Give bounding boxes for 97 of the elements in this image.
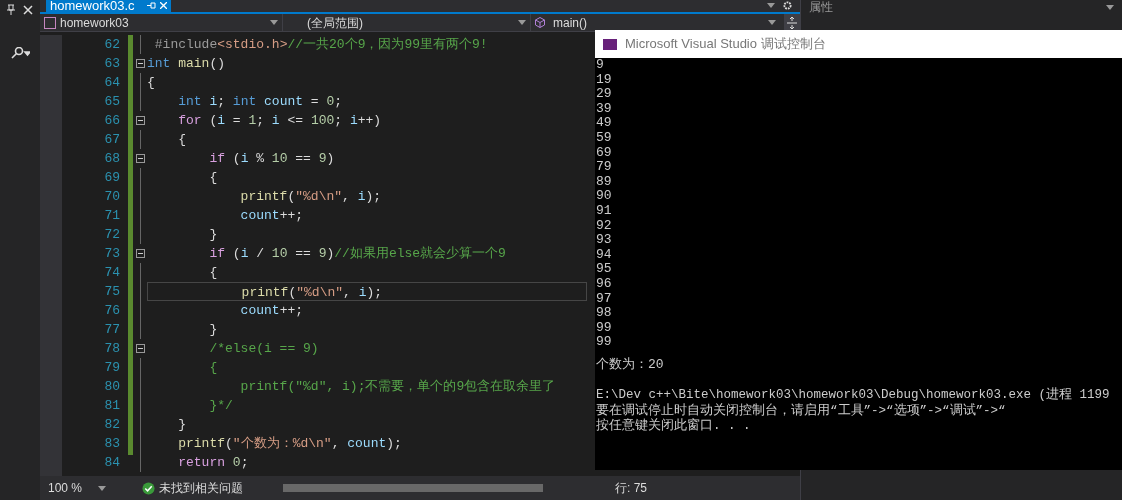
code-line: if (i / 10 == 9)//如果用else就会少算一个9: [208, 245, 507, 263]
line-number: 84: [104, 454, 120, 472]
code-line: /*else(i == 9): [208, 340, 320, 358]
console-output-line: 99: [596, 335, 613, 350]
line-number: 80: [104, 378, 120, 396]
cube-icon: [535, 17, 545, 28]
code-line: count++;: [239, 302, 305, 320]
code-line: printf("%d\n", i);: [239, 188, 383, 206]
line-number: 66: [104, 112, 120, 130]
collapse-icon[interactable]: [135, 59, 145, 68]
console-output-line: 93: [596, 233, 613, 248]
code-line: count++;: [239, 207, 305, 225]
line-number: 75: [104, 283, 120, 301]
line-number: 69: [104, 169, 120, 187]
gear-icon[interactable]: [783, 1, 792, 10]
caret-icon: [270, 20, 278, 25]
console-message: E:\Dev c++\Bite\homework03\homework03\Debug\homework03.exe (进程 1199: [596, 388, 1111, 403]
collapse-icon[interactable]: [135, 344, 145, 353]
collapse-icon[interactable]: [135, 249, 145, 258]
horizontal-scrollbar[interactable]: [283, 484, 543, 492]
caret-icon: [98, 485, 107, 491]
code-line: printf("个数为：%d\n", count);: [177, 435, 403, 453]
code-line: {: [177, 131, 187, 149]
line-number: 81: [104, 397, 120, 415]
code-line: }: [177, 416, 187, 434]
console-output-line: 91: [596, 203, 613, 219]
console-summary: 个数为：20: [596, 357, 665, 373]
console-output-line: 79: [596, 160, 613, 175]
line-number: 77: [104, 321, 120, 339]
scope-dropdown[interactable]: (全局范围): [283, 13, 531, 32]
line-number: 64: [104, 74, 120, 92]
line-number: 82: [104, 416, 120, 434]
console-output-line: 19: [596, 72, 613, 88]
console-output-line: 96: [596, 276, 613, 292]
search-icon[interactable]: [10, 47, 30, 59]
caret-icon: [767, 3, 775, 8]
console-message: 要在调试停止时自动关闭控制台，请启用“工具”->“选项”->“调试”->“: [596, 403, 1007, 418]
line-number: 71: [104, 207, 120, 225]
code-line: }: [208, 226, 219, 244]
console-output-line: 49: [596, 116, 613, 131]
project-icon: [44, 16, 56, 29]
close-icon[interactable]: [23, 4, 33, 15]
caret-icon: [768, 20, 776, 25]
line-number: 83: [104, 435, 120, 453]
pin-icon[interactable]: [7, 4, 15, 15]
line-number: 73: [104, 245, 120, 263]
console-output-line: 29: [596, 87, 613, 102]
code-line: int i; int count = 0;: [177, 93, 344, 111]
line-number: 70: [104, 188, 120, 206]
code-line: {: [208, 169, 219, 187]
code-line: return 0;: [177, 454, 250, 472]
check-icon: [142, 481, 155, 495]
line-number: 72: [104, 226, 120, 244]
line-number: 62: [104, 36, 120, 54]
line-number: 78: [104, 340, 120, 358]
code-line: {: [147, 74, 156, 92]
code-line: {: [208, 264, 219, 282]
console-output-line: 97: [596, 291, 613, 307]
console-output-line: 90: [596, 189, 613, 204]
member-dropdown[interactable]: main(): [531, 13, 784, 32]
console-output-line: 92: [596, 218, 613, 234]
code-line: if (i % 10 == 9): [208, 150, 336, 168]
panel-title: 属性: [809, 1, 833, 13]
line-number: 65: [104, 93, 120, 111]
code-line: #include<stdio.h>//一共20个9，因为99里有两个9!: [153, 36, 489, 54]
console-app-icon: [603, 38, 617, 50]
console-output-line: 98: [596, 306, 613, 321]
issues-status[interactable]: 未找到相关问题: [159, 479, 243, 497]
console-output-line: 69: [596, 145, 613, 161]
console-title: Microsoft Visual Studio 调试控制台: [625, 35, 826, 54]
console-message: 按任意键关闭此窗口. . .: [596, 419, 752, 435]
caret-icon: [518, 20, 526, 25]
line-number: 74: [104, 264, 120, 282]
code-line: }: [208, 321, 219, 339]
code-line: printf("%d", i);不需要，单个的9包含在取余里了: [239, 378, 557, 396]
line-position: 行: 75: [615, 480, 647, 497]
collapse-icon[interactable]: [135, 116, 145, 125]
code-line: }*/: [208, 397, 234, 415]
line-number: 68: [104, 150, 120, 168]
line-number: 67: [104, 131, 120, 149]
caret-icon: [1106, 4, 1114, 10]
line-number: 79: [104, 359, 120, 377]
line-number: 76: [104, 302, 120, 320]
console-output-line: 95: [596, 262, 613, 277]
collapse-icon[interactable]: [135, 154, 145, 163]
project-dropdown[interactable]: homework03: [40, 13, 283, 32]
console-output-line: 99: [596, 320, 613, 336]
console-output-line: 9: [596, 58, 605, 73]
code-line: for (i = 1; i <= 100; i++): [177, 112, 383, 130]
console-output-line: 89: [596, 174, 613, 190]
zoom-dropdown[interactable]: 100 %: [48, 479, 118, 497]
code-line: int main(): [147, 55, 227, 73]
console-output-line: 94: [596, 247, 613, 263]
line-number: 63: [104, 55, 120, 73]
console-output-line: 59: [596, 130, 613, 146]
console-output-line: 39: [596, 101, 613, 117]
code-line: {: [208, 359, 219, 377]
